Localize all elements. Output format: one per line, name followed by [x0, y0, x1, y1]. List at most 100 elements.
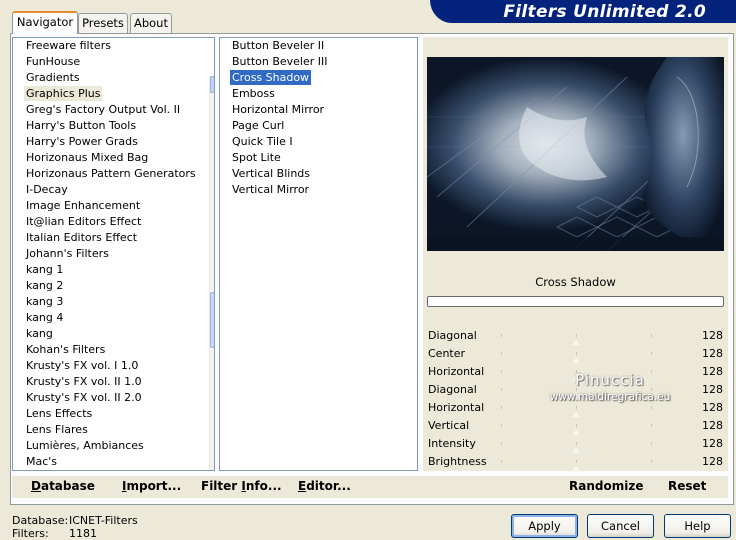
slider-thumb[interactable]	[571, 465, 582, 472]
import-button[interactable]: Import...	[122, 479, 181, 493]
filter-item[interactable]: Vertical Blinds	[220, 166, 417, 182]
category-item-label: Mac's	[26, 455, 58, 468]
parameter-slider[interactable]	[501, 420, 652, 436]
parameter-row[interactable]: Vertical 128	[425, 417, 726, 436]
category-item[interactable]: kang 1	[13, 262, 214, 278]
category-item[interactable]: Greg's Factory Output Vol. II	[13, 102, 214, 118]
category-item[interactable]: Italian Editors Effect	[13, 230, 214, 246]
filter-item[interactable]: Emboss	[220, 86, 417, 102]
parameter-name: Brightness	[428, 455, 487, 468]
parameter-slider[interactable]	[501, 366, 652, 382]
parameter-row[interactable]: Diagonal 128	[425, 381, 726, 400]
parameter-row[interactable]: Horizontal 128	[425, 399, 726, 418]
category-item[interactable]: Freeware filters	[13, 38, 214, 54]
tab-presets[interactable]: Presets	[78, 13, 128, 33]
category-item-label: Kohan's Filters	[26, 343, 106, 356]
parameter-value: 128	[702, 419, 723, 432]
parameter-slider[interactable]	[501, 348, 652, 364]
database-mnemonic: D	[31, 479, 41, 493]
parameter-slider[interactable]	[501, 384, 652, 400]
parameter-row[interactable]: Diagonal 128	[425, 327, 726, 346]
parameter-row[interactable]: Intensity 128	[425, 435, 726, 454]
filter-item[interactable]: Page Curl	[220, 118, 417, 134]
scroll-thumb[interactable]: ≡	[210, 292, 214, 348]
filter-items: Button Beveler II Button Beveler III Cross…	[220, 38, 417, 198]
category-item[interactable]: Gradients	[13, 70, 214, 86]
filter-item[interactable]: Button Beveler III	[220, 54, 417, 70]
parameter-value: 128	[702, 365, 723, 378]
filter-item[interactable]: Horizontal Mirror	[220, 102, 417, 118]
category-item[interactable]: Lens Effects	[13, 406, 214, 422]
category-item[interactable]: Harry's Button Tools	[13, 118, 214, 134]
cancel-button[interactable]: Cancel	[587, 514, 654, 538]
filter-info-button[interactable]: Filter Info...	[201, 479, 282, 493]
category-item[interactable]: Image Enhancement	[13, 198, 214, 214]
category-item-label: Krusty's FX vol. I 1.0	[26, 359, 139, 372]
category-list[interactable]: Freeware filters FunHouse Gradients Graphic…	[12, 37, 215, 471]
category-item[interactable]: Lumières, Ambiances	[13, 438, 214, 454]
filter-item[interactable]: Vertical Mirror	[220, 182, 417, 198]
category-item-label: Graphics Plus	[24, 86, 103, 101]
database-button[interactable]: Database	[31, 479, 95, 493]
filter-item[interactable]: Cross Shadow	[220, 70, 417, 86]
reset-button[interactable]: Reset	[668, 479, 706, 493]
status-filters-label: Filters:	[12, 527, 49, 540]
filter-item-label: Vertical Blinds	[232, 167, 311, 180]
filter-item[interactable]: Button Beveler II	[220, 38, 417, 54]
parameter-row[interactable]: Brightness 128	[425, 453, 726, 472]
category-item[interactable]: I-Decay	[13, 182, 214, 198]
filter-list[interactable]: Button Beveler II Button Beveler III Cross…	[219, 37, 418, 471]
editor-button[interactable]: Editor...	[298, 479, 351, 493]
filter-item[interactable]: Quick Tile I	[220, 134, 417, 150]
tab-navigator[interactable]: Navigator	[12, 11, 78, 34]
category-item[interactable]: kang 2	[13, 278, 214, 294]
category-item[interactable]: Mac's	[13, 454, 214, 470]
scroll-up-button[interactable]: ▲	[210, 76, 214, 93]
category-item[interactable]: Krusty's FX vol. I 1.0	[13, 358, 214, 374]
category-item[interactable]: Horizonaus Pattern Generators	[13, 166, 214, 182]
bottom-toolbar: Database Import... Filter Info... Editor…	[12, 476, 728, 498]
category-item[interactable]: It@lian Editors Effect	[13, 214, 214, 230]
status-filters-value: 1181	[69, 527, 97, 540]
app-title: Filters Unlimited 2.0	[503, 2, 706, 22]
parameter-name: Diagonal	[428, 329, 477, 342]
parameter-value: 128	[702, 401, 723, 414]
category-item[interactable]: Johann's Filters	[13, 246, 214, 262]
category-item-label: It@lian Editors Effect	[26, 215, 142, 228]
filter-item[interactable]: Spot Lite	[220, 150, 417, 166]
category-items: Freeware filters FunHouse Gradients Graphic…	[13, 38, 214, 470]
help-button[interactable]: Help	[664, 514, 731, 538]
tab-about[interactable]: About	[130, 13, 172, 33]
parameter-slider[interactable]	[501, 438, 652, 454]
category-item[interactable]: kang 3	[13, 294, 214, 310]
category-item[interactable]: Kohan's Filters	[13, 342, 214, 358]
category-item[interactable]: kang 4	[13, 310, 214, 326]
parameter-slider[interactable]	[501, 330, 652, 346]
filter-item-label: Emboss	[232, 87, 275, 100]
filter-item-label: Cross Shadow	[230, 70, 312, 85]
category-item[interactable]: Graphics Plus	[13, 86, 214, 102]
parameter-row[interactable]: Center 128	[425, 345, 726, 364]
category-scrollbar[interactable]: ▲ ≡ ▼	[209, 76, 214, 470]
category-item[interactable]: kang	[13, 326, 214, 342]
import-label: mport...	[126, 479, 182, 493]
parameter-value: 128	[702, 455, 723, 468]
parameter-row[interactable]: Horizontal 128	[425, 363, 726, 382]
filter-info-label-a: Filter	[201, 479, 242, 493]
apply-button[interactable]: Apply	[511, 514, 578, 538]
category-item-label: Krusty's FX vol. II 2.0	[26, 391, 142, 404]
category-item[interactable]: Krusty's FX vol. II 2.0	[13, 390, 214, 406]
parameter-slider[interactable]	[501, 402, 652, 418]
filter-item-label: Spot Lite	[232, 151, 281, 164]
category-item[interactable]: Lens Flares	[13, 422, 214, 438]
category-item-label: FunHouse	[26, 55, 81, 68]
category-item[interactable]: Harry's Power Grads	[13, 134, 214, 150]
category-item[interactable]: FunHouse	[13, 54, 214, 70]
filter-info-label-b: nfo...	[245, 479, 282, 493]
category-item-label: Lumières, Ambiances	[26, 439, 144, 452]
randomize-button[interactable]: Randomize	[569, 479, 643, 493]
category-item[interactable]: Horizonaus Mixed Bag	[13, 150, 214, 166]
parameter-slider[interactable]	[501, 456, 652, 472]
category-item-label: Lens Flares	[26, 423, 88, 436]
category-item[interactable]: Krusty's FX vol. II 1.0	[13, 374, 214, 390]
